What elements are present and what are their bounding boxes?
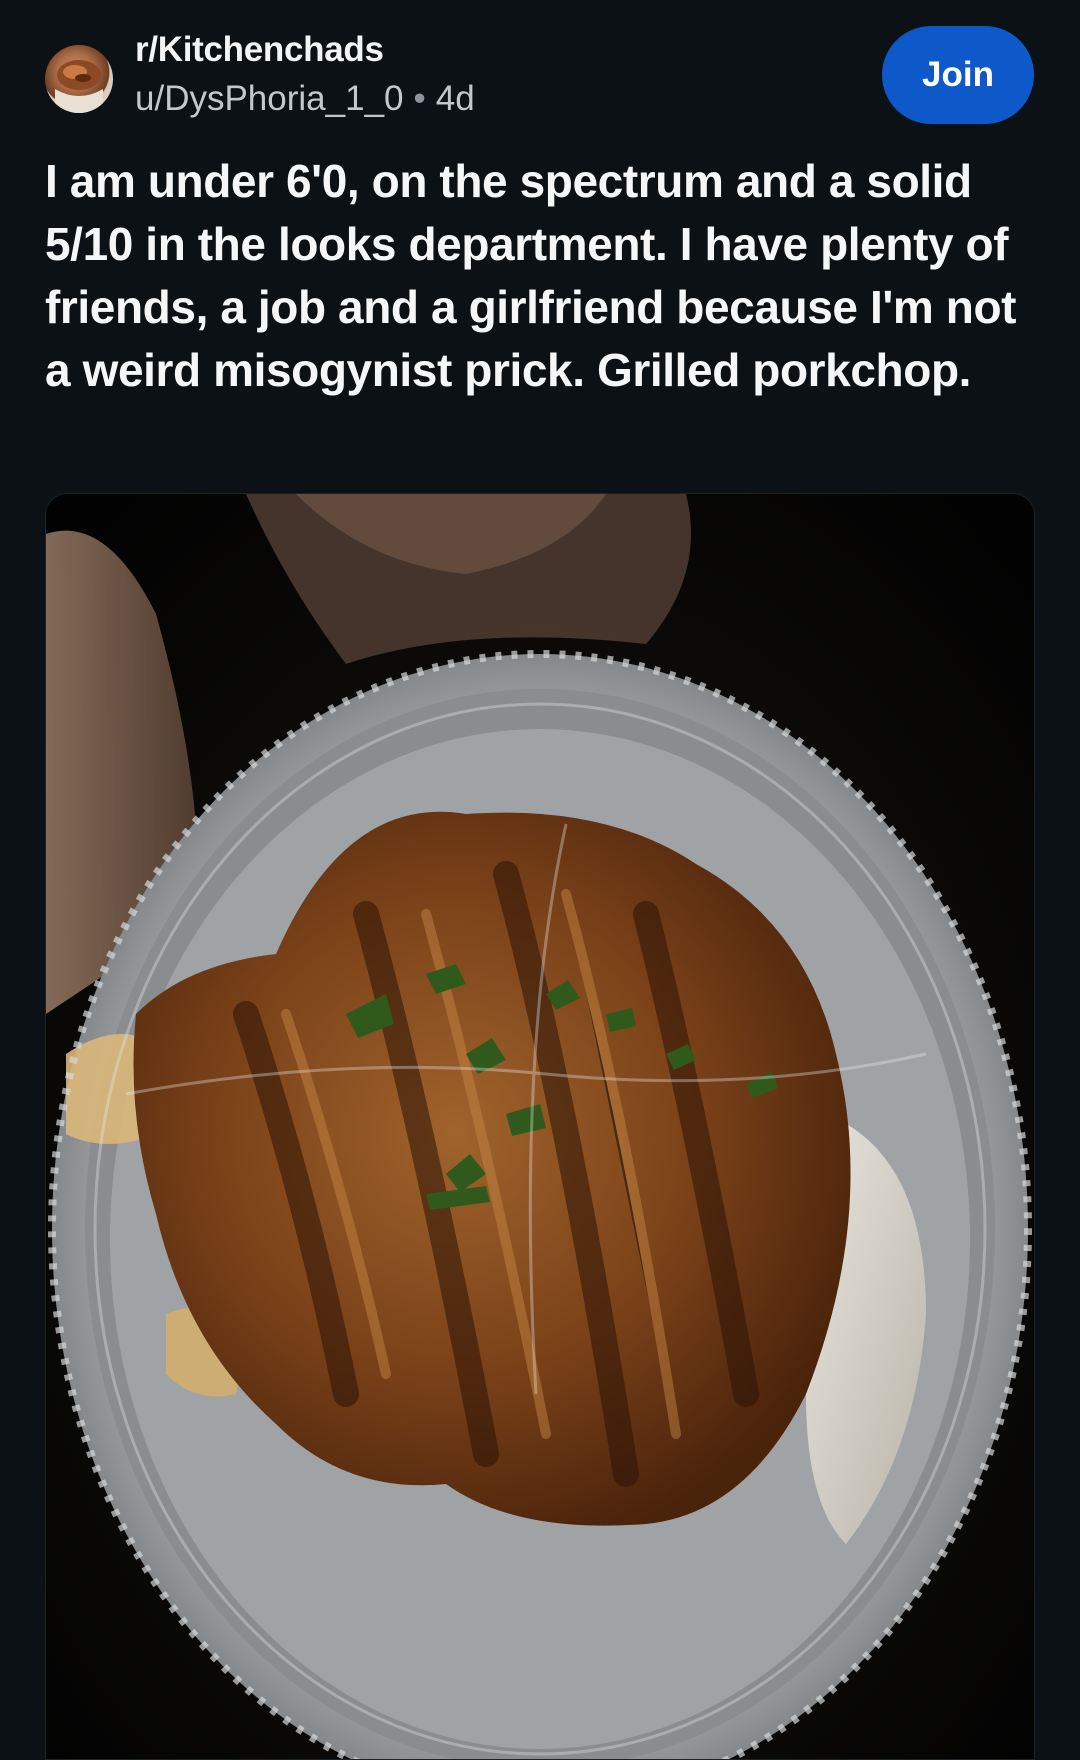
post-image[interactable] xyxy=(45,493,1035,1760)
post-meta: r/Kitchenchads u/DysPhoria_1_0 • 4d xyxy=(135,28,475,122)
post-title[interactable]: I am under 6'0, on the spectrum and a so… xyxy=(45,150,1035,402)
join-button[interactable]: Join xyxy=(882,26,1034,124)
separator-dot: • xyxy=(413,79,426,118)
porkchop-photo xyxy=(46,494,1034,1759)
subreddit-avatar[interactable] xyxy=(45,45,113,113)
subreddit-name[interactable]: r/Kitchenchads xyxy=(135,28,475,72)
author-name[interactable]: u/DysPhoria_1_0 xyxy=(135,79,404,118)
byline: u/DysPhoria_1_0 • 4d xyxy=(135,76,475,122)
post-age: 4d xyxy=(435,79,475,118)
post-header: r/Kitchenchads u/DysPhoria_1_0 • 4d Join xyxy=(0,0,1080,140)
